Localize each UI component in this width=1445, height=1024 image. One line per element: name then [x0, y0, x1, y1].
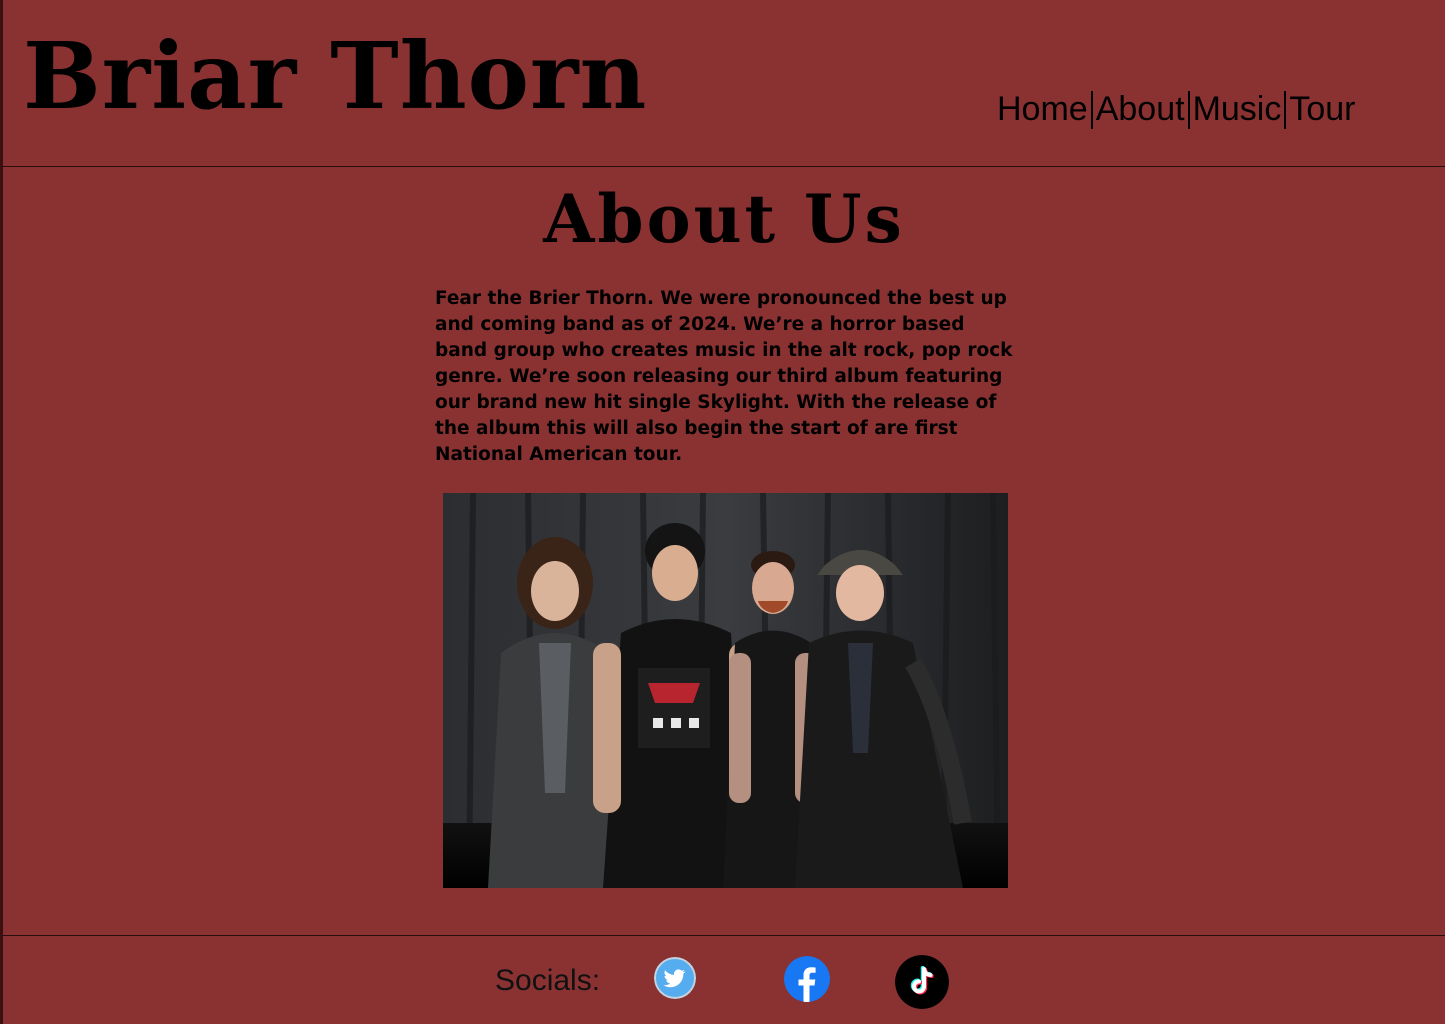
- nav-about-link[interactable]: About: [1096, 90, 1185, 129]
- about-title: About Us: [543, 180, 905, 258]
- band-photo: [443, 493, 1008, 888]
- socials-label: Socials:: [495, 964, 601, 997]
- band-photo-illustration: [443, 493, 1008, 888]
- nav-divider: [1090, 90, 1093, 129]
- nav-music-link[interactable]: Music: [1193, 90, 1282, 129]
- nav-divider: [1284, 90, 1287, 129]
- site-footer: Socials:: [3, 935, 1445, 1024]
- site-header: Briar Thorn Home About Music Tour: [3, 0, 1445, 167]
- page: Briar Thorn Home About Music Tour About …: [0, 0, 1445, 1024]
- about-description: Fear the Brier Thorn. We were pronounced…: [435, 288, 1013, 465]
- brand-logo[interactable]: Briar Thorn: [23, 30, 647, 122]
- tiktok-icon[interactable]: [895, 955, 949, 1009]
- nav-tour-link[interactable]: Tour: [1289, 90, 1355, 129]
- nav-divider: [1187, 90, 1190, 129]
- nav-home-link[interactable]: Home: [997, 90, 1088, 129]
- main-nav: Home About Music Tour: [997, 90, 1356, 129]
- facebook-icon[interactable]: [784, 956, 830, 1002]
- twitter-icon[interactable]: [654, 957, 696, 999]
